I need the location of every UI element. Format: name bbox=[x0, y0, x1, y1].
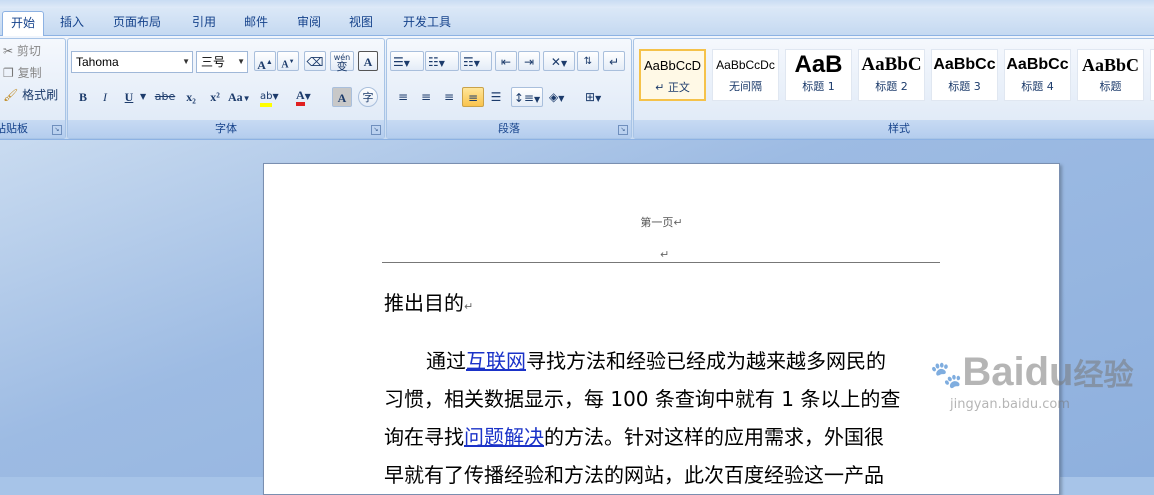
style-normal[interactable]: AaBbCcD ↵ 正文 bbox=[639, 49, 706, 101]
paragraph-line: 通过互联网寻找方法和经验已经成为越来越多网民的 bbox=[426, 349, 886, 373]
styles-group-label: 样式 bbox=[634, 120, 1154, 138]
page-header[interactable]: 第一页↵ bbox=[264, 214, 1059, 230]
format-painter-button[interactable]: 🖌 格式刷 bbox=[3, 85, 58, 105]
chevron-down-icon: ▼ bbox=[182, 57, 190, 66]
paragraph-group-label: 段落 bbox=[387, 120, 631, 138]
paw-logo-icon: 🐾 bbox=[930, 359, 963, 390]
dialog-launcher-icon[interactable]: ↘ bbox=[52, 125, 62, 135]
copy-icon: ❐ bbox=[3, 66, 14, 80]
style-heading-3[interactable]: AaBbCc 标题 3 bbox=[931, 49, 998, 101]
grow-font-button[interactable]: A▲ bbox=[254, 51, 276, 72]
show-formatting-icon[interactable]: ↵ bbox=[603, 51, 625, 71]
style-no-spacing[interactable]: AaBbCcDc 无间隔 bbox=[712, 49, 779, 101]
italic-button[interactable]: I bbox=[96, 87, 114, 107]
tab-review[interactable]: 审阅 bbox=[287, 11, 331, 33]
highlight-button[interactable]: ab▼ bbox=[260, 85, 292, 107]
hyperlink-internet[interactable]: 互联网 bbox=[466, 349, 526, 373]
sort-icon[interactable]: ⇅ bbox=[577, 51, 599, 71]
paragraph-line: 习惯，相关数据显示，每 100 条查询中就有 1 条以上的查 bbox=[384, 387, 901, 411]
multilevel-list-icon[interactable]: ☶▼ bbox=[460, 51, 492, 71]
paragraph-line: 早就有了传播经验和方法的网站，此次百度经验这一产品 bbox=[384, 463, 884, 487]
style-heading-4[interactable]: AaBbCc 标题 4 bbox=[1004, 49, 1071, 101]
chevron-down-icon: ▼ bbox=[237, 57, 245, 66]
character-shading-button[interactable]: A bbox=[332, 87, 352, 107]
hyperlink-problem-solving[interactable]: 问题解决 bbox=[464, 425, 544, 449]
shrink-font-button[interactable]: A▼ bbox=[277, 51, 299, 71]
dialog-launcher-icon[interactable]: ↘ bbox=[371, 125, 381, 135]
align-right-icon[interactable]: ≡ bbox=[439, 87, 459, 107]
ribbon-tabs: 开始 插入 页面布局 引用 邮件 审阅 视图 开发工具 bbox=[0, 8, 1154, 36]
baidu-watermark: 🐾Baidu经验 jingyan.baidu.com bbox=[930, 350, 1134, 412]
style-heading-1[interactable]: AaB 标题 1 bbox=[785, 49, 852, 101]
bold-button[interactable]: B bbox=[74, 87, 92, 107]
justify-icon[interactable]: ≡ bbox=[462, 87, 484, 107]
style-heading-2[interactable]: AaBbC 标题 2 bbox=[858, 49, 925, 101]
body-paragraph[interactable]: 通过互联网寻找方法和经验已经成为越来越多网民的 习惯，相关数据显示，每 100 … bbox=[384, 342, 944, 494]
font-family-select[interactable]: Tahoma ▼ bbox=[71, 51, 193, 73]
phonetic-guide-button[interactable]: wén 变 bbox=[330, 51, 354, 72]
font-group-label: 字体 bbox=[68, 120, 384, 138]
align-center-icon[interactable]: ≡ bbox=[416, 87, 436, 107]
clipboard-group: ✂ 剪切 ❐ 复制 🖌 格式刷 粘贴板 ↘ bbox=[0, 38, 66, 139]
brush-icon: 🖌 bbox=[3, 88, 19, 102]
bullets-icon[interactable]: ☰▼ bbox=[390, 51, 424, 71]
tab-mailings[interactable]: 邮件 bbox=[234, 11, 278, 33]
chinese-layout-icon[interactable]: ✕▼ bbox=[543, 51, 575, 71]
shading-icon[interactable]: ◈▼ bbox=[549, 87, 581, 107]
paragraph-group: ☰▼ ☷▼ ☶▼ ⇤ ⇥ ✕▼ ⇅ ↵ ≡ ≡ ≡ ≡ ☰ ↕≡▼ ◈▼ ⊞▼ … bbox=[386, 38, 632, 139]
subscript-button[interactable]: x₂ bbox=[180, 87, 202, 107]
copy-button[interactable]: ❐ 复制 bbox=[3, 63, 42, 83]
document-heading[interactable]: 推出目的↵ bbox=[384, 287, 473, 316]
highlighter-icon: ab bbox=[260, 91, 273, 107]
tab-developer[interactable]: 开发工具 bbox=[394, 11, 460, 33]
change-case-button[interactable]: Aa▼ bbox=[228, 87, 252, 107]
increase-indent-icon[interactable]: ⇥ bbox=[518, 51, 540, 71]
title-bar bbox=[0, 0, 1154, 8]
font-color-icon: A bbox=[296, 88, 305, 106]
dialog-launcher-icon[interactable]: ↘ bbox=[618, 125, 628, 135]
cut-button[interactable]: ✂ 剪切 bbox=[3, 41, 41, 61]
style-subtitle-partial[interactable] bbox=[1150, 49, 1154, 101]
tab-home[interactable]: 开始 bbox=[2, 11, 44, 36]
decrease-indent-icon[interactable]: ⇤ bbox=[495, 51, 517, 71]
tab-references[interactable]: 引用 bbox=[182, 11, 226, 33]
chevron-down-icon[interactable]: ▼ bbox=[140, 87, 146, 107]
style-title[interactable]: AaBbC 标题 bbox=[1077, 49, 1144, 101]
numbering-icon[interactable]: ☷▼ bbox=[425, 51, 459, 71]
superscript-button[interactable]: x² bbox=[204, 87, 226, 107]
tab-view[interactable]: 视图 bbox=[339, 11, 383, 33]
tab-insert[interactable]: 插入 bbox=[50, 11, 94, 33]
align-left-icon[interactable]: ≡ bbox=[393, 87, 413, 107]
header-divider bbox=[382, 262, 940, 263]
enclose-character-button[interactable]: 字 bbox=[358, 87, 378, 107]
font-size-select[interactable]: 三号 ▼ bbox=[196, 51, 248, 73]
paragraph-line: 询在寻找问题解决的方法。针对这样的应用需求，外国很 bbox=[384, 425, 884, 449]
line-spacing-icon[interactable]: ↕≡▼ bbox=[511, 87, 543, 107]
paragraph-mark: ↵ bbox=[660, 248, 670, 261]
clear-format-icon[interactable]: ⌫ bbox=[304, 51, 326, 71]
underline-button[interactable]: U bbox=[120, 87, 138, 107]
font-group: Tahoma ▼ 三号 ▼ A▲ A▼ ⌫ wén 变 A B I U ▼ ab… bbox=[67, 38, 385, 139]
borders-icon[interactable]: ⊞▼ bbox=[585, 87, 617, 107]
tab-page-layout[interactable]: 页面布局 bbox=[104, 11, 170, 33]
document-page[interactable]: 第一页↵ ↵ 推出目的↵ 通过互联网寻找方法和经验已经成为越来越多网民的 习惯，… bbox=[263, 163, 1060, 495]
distribute-icon[interactable]: ☰ bbox=[486, 87, 506, 107]
ribbon: ✂ 剪切 ❐ 复制 🖌 格式刷 粘贴板 ↘ Tahoma ▼ 三号 ▼ A▲ A… bbox=[0, 36, 1154, 140]
styles-group: AaBbCcD ↵ 正文 AaBbCcDc 无间隔 AaB 标题 1 AaBbC… bbox=[633, 38, 1154, 139]
scissors-icon: ✂ bbox=[3, 44, 14, 58]
strikethrough-button[interactable]: abe bbox=[154, 87, 176, 107]
font-color-button[interactable]: A▼ bbox=[296, 85, 326, 106]
character-border-button[interactable]: A bbox=[358, 51, 378, 71]
